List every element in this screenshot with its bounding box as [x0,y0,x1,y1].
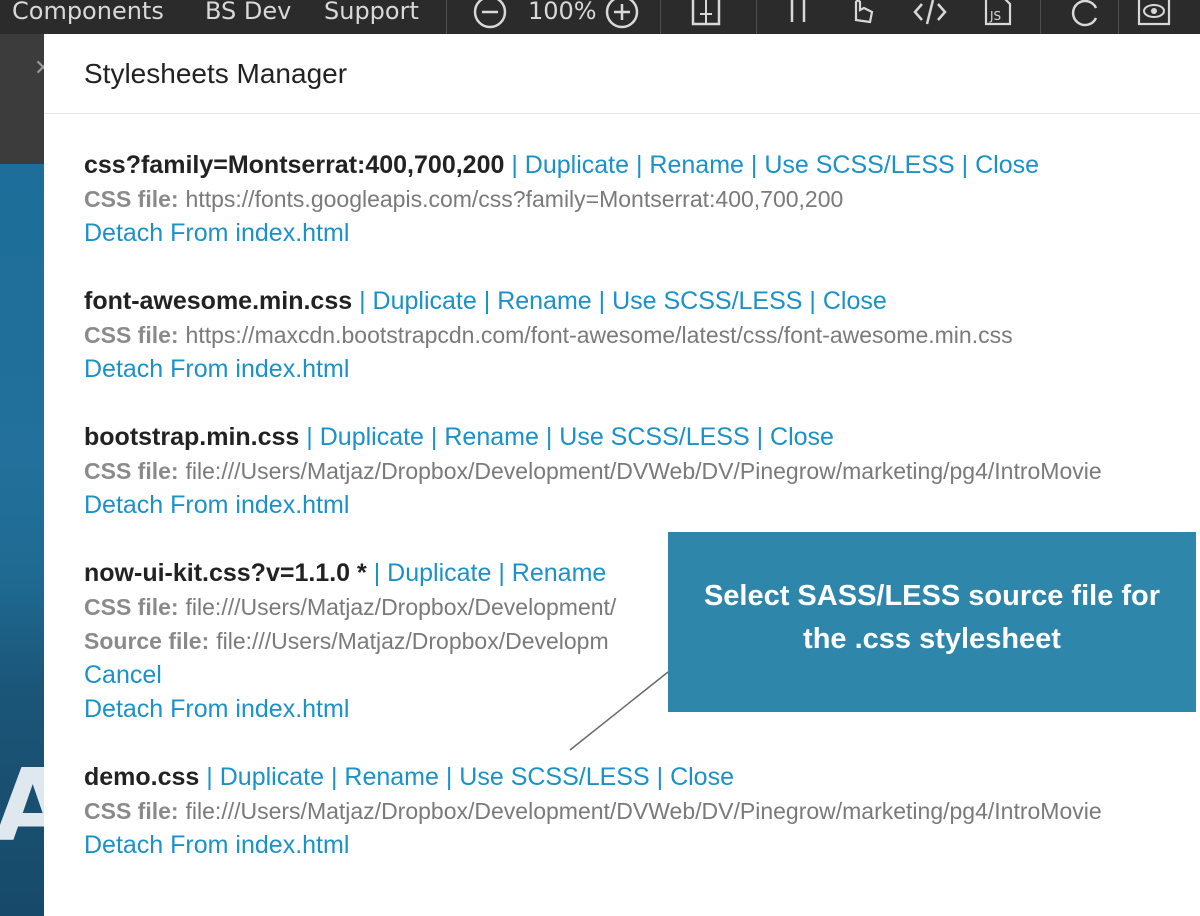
callout-line-2: the .css stylesheet [803,623,1061,655]
help-callout: Select SASS/LESS source file for the .cs… [668,532,1196,712]
callout-pointer [569,671,669,751]
callout-line-1: Select SASS/LESS source file for [703,580,1161,612]
